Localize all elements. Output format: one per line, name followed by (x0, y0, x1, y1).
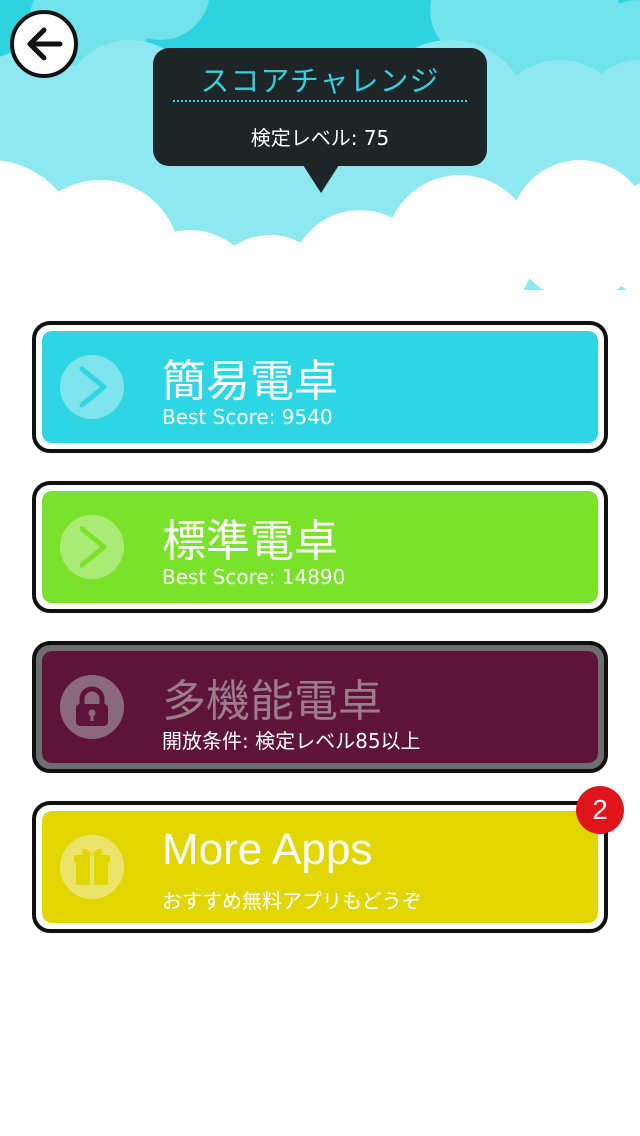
card-face: 簡易電卓 Best Score: 9540 (42, 331, 598, 443)
unlock-condition: 開放条件: 検定レベル85以上 (162, 729, 421, 753)
back-arrow-icon (27, 27, 63, 61)
standard-calculator-button[interactable]: 標準電卓 Best Score: 14890 (32, 481, 608, 613)
play-arrow-icon (60, 355, 124, 419)
score-challenge-panel: スコアチャレンジ 検定レベル: 75 (153, 48, 487, 166)
more-apps-button[interactable]: More Apps おすすめ無料アプリもどうぞ (32, 801, 608, 933)
simple-calculator-button[interactable]: 簡易電卓 Best Score: 9540 (32, 321, 608, 453)
title-divider (173, 100, 467, 102)
card-subtitle: おすすめ無料アプリもどうぞ (162, 889, 422, 913)
notification-badge: 2 (576, 786, 624, 834)
lock-icon (60, 675, 124, 739)
play-arrow-icon (60, 515, 124, 579)
tooltip-pointer (303, 165, 339, 193)
card-title: More Apps (162, 825, 373, 874)
best-score: Best Score: 9540 (162, 405, 333, 429)
card-title: 標準電卓 (162, 516, 338, 567)
level-text: 検定レベル: 75 (250, 126, 390, 150)
scientific-calculator-button-locked[interactable]: 多機能電卓 開放条件: 検定レベル85以上 (32, 641, 608, 773)
card-title: 多機能電卓 (162, 676, 382, 727)
back-button[interactable] (10, 10, 78, 78)
best-score: Best Score: 14890 (162, 565, 346, 589)
card-face: 多機能電卓 開放条件: 検定レベル85以上 (42, 651, 598, 763)
card-face: 標準電卓 Best Score: 14890 (42, 491, 598, 603)
card-title: 簡易電卓 (162, 356, 338, 407)
card-face: More Apps おすすめ無料アプリもどうぞ (42, 811, 598, 923)
page-title: スコアチャレンジ (200, 64, 440, 98)
gift-icon (60, 835, 124, 899)
